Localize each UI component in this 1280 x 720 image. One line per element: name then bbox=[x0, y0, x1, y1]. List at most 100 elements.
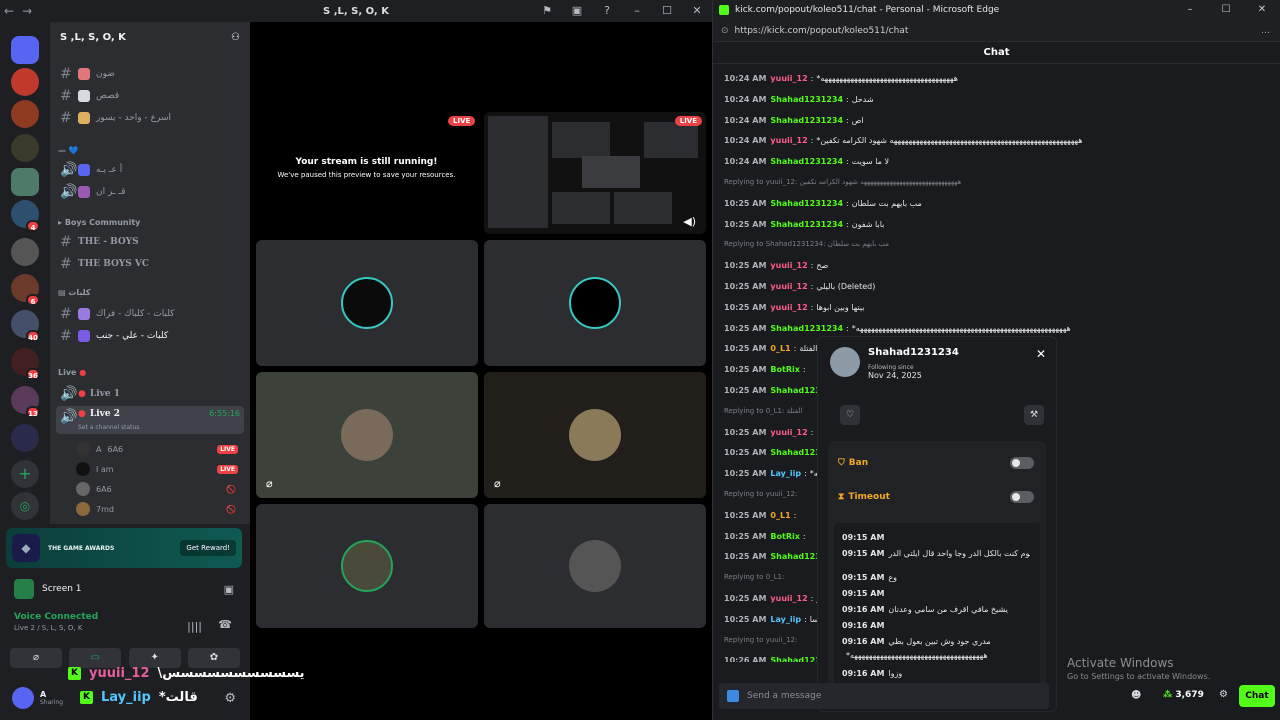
server-header[interactable]: S ,L, S, O, K ⚇ bbox=[50, 22, 250, 52]
message-username[interactable]: yuuii_12 bbox=[770, 136, 807, 145]
message-username[interactable]: yuuii_12 bbox=[770, 261, 807, 270]
text-channel[interactable]: # اسرع - واحد - يسور bbox=[56, 108, 244, 128]
message-username[interactable]: Shahad1231234 bbox=[770, 157, 843, 166]
category-klbat[interactable]: ▤ كلبات bbox=[58, 288, 91, 297]
maximize-icon[interactable]: ☐ bbox=[652, 0, 682, 22]
text-channel[interactable]: # قصص bbox=[56, 86, 244, 106]
chat-message[interactable]: 10:25 AM Shahad1231234: *ههههههههههههههههه… bbox=[724, 324, 1271, 333]
user-message-history[interactable]: 09:15 AM09:15 AMبع ذكرت يوم كنت بالكل ال… bbox=[834, 523, 1040, 699]
get-reward-button[interactable]: Get Reward! bbox=[180, 540, 236, 556]
participant-tile[interactable] bbox=[256, 240, 478, 366]
message-username[interactable]: 0_L1 bbox=[770, 511, 790, 520]
forward-arrow-icon[interactable]: → bbox=[18, 4, 36, 18]
settings-gear-icon[interactable]: ⚙ bbox=[1219, 689, 1228, 700]
noise-suppression-icon[interactable]: |||| bbox=[187, 620, 202, 633]
direct-messages-icon[interactable] bbox=[11, 36, 39, 64]
message-username[interactable]: BotRix bbox=[770, 532, 799, 541]
screen-share-panel[interactable]: Screen 1 ▣ bbox=[6, 574, 242, 604]
voice-channel[interactable]: # THE BOYS VC bbox=[56, 254, 244, 274]
chat-message[interactable]: 10:25 AM Shahad1231234: مب بايهم بت سلطان bbox=[724, 199, 1271, 208]
message-username[interactable]: Shahad1231234 bbox=[770, 220, 843, 229]
message-username[interactable]: yuuii_12 bbox=[770, 428, 807, 437]
message-username[interactable]: Lay_iip bbox=[770, 615, 801, 624]
reply-context[interactable]: Replying to yuuii_12: هههههههههههههههههه… bbox=[724, 178, 1271, 186]
camera-off-icon[interactable]: ⌀ bbox=[10, 648, 62, 668]
close-icon[interactable]: ✕ bbox=[1036, 347, 1046, 361]
screen-share-button[interactable]: ▭ bbox=[69, 648, 122, 668]
participant-tile[interactable]: ⌀ bbox=[484, 372, 706, 498]
minimize-icon[interactable]: – bbox=[1172, 0, 1208, 20]
chat-message[interactable]: 10:24 AM yuuii_12: *هههههههههههههههههههههه… bbox=[724, 74, 1271, 83]
voice-user[interactable]: A 6A6 LIVE bbox=[76, 440, 242, 458]
heart-icon[interactable]: ♡ bbox=[840, 405, 860, 425]
server-icon[interactable] bbox=[11, 238, 39, 266]
text-channel[interactable]: # كلبات - علي - جنب bbox=[56, 326, 244, 346]
chat-message[interactable]: 10:25 AM yuuii_12: صح bbox=[724, 261, 1271, 270]
chat-message[interactable]: 10:24 AM Shahad1231234: شدحل bbox=[724, 95, 1271, 104]
minimize-icon[interactable]: – bbox=[622, 0, 652, 22]
chat-message[interactable]: 10:25 AM yuuii_12: باليلي (Deleted) bbox=[724, 282, 1271, 291]
help-icon[interactable]: ? bbox=[592, 0, 622, 22]
ban-row[interactable]: ⛉ Ban bbox=[838, 453, 1034, 473]
voice-channel[interactable]: 🔊 قـ ـر ان bbox=[56, 182, 244, 202]
soundboard-icon[interactable]: ✿ bbox=[187, 648, 240, 668]
message-username[interactable]: yuuii_12 bbox=[770, 594, 807, 603]
timeout-toggle[interactable] bbox=[1010, 491, 1034, 503]
channel-status-hint[interactable]: Set a channel status bbox=[78, 424, 139, 431]
participant-tile[interactable] bbox=[256, 504, 478, 628]
flag-icon[interactable]: ⚑ bbox=[532, 0, 562, 22]
category-header[interactable]: — 💙 bbox=[58, 146, 79, 155]
address-bar[interactable]: ⊙ https://kick.com/popout/koleo511/chat … bbox=[713, 20, 1280, 42]
chat-message[interactable]: 10:25 AM yuuii_12: بينها وبين ابوها bbox=[724, 303, 1271, 312]
more-options-icon[interactable]: … bbox=[1261, 26, 1270, 36]
chat-send-button[interactable]: Chat bbox=[1239, 685, 1275, 707]
chat-message[interactable]: 10:25 AM Shahad1231234: بابا شفون bbox=[724, 220, 1271, 229]
server-icon[interactable] bbox=[11, 68, 39, 96]
participant-tile[interactable]: ⌀ bbox=[256, 372, 478, 498]
ban-toggle[interactable] bbox=[1010, 457, 1034, 469]
voice-channel[interactable]: 🔊 أ عـ يـه bbox=[56, 160, 244, 180]
url-text[interactable]: https://kick.com/popout/koleo511/chat bbox=[735, 26, 909, 36]
participant-tile[interactable] bbox=[484, 240, 706, 366]
category-boys[interactable]: ▸ Boys Community bbox=[58, 218, 140, 227]
reply-context[interactable]: Replying to Shahad1231234: مب بايهم بت س… bbox=[724, 240, 1271, 248]
chat-message[interactable]: 10:24 AM yuuii_12: *هههههههههههههههههههههه… bbox=[724, 136, 1271, 145]
voice-user[interactable]: I am LIVE bbox=[76, 460, 242, 478]
server-icon[interactable] bbox=[11, 424, 39, 452]
stop-share-icon[interactable]: ▣ bbox=[224, 583, 234, 596]
discover-icon[interactable]: ◎ bbox=[11, 492, 39, 520]
text-channel[interactable]: # THE - BOYS bbox=[56, 232, 244, 252]
server-icon[interactable] bbox=[11, 168, 39, 196]
message-username[interactable]: yuuii_12 bbox=[770, 282, 807, 291]
text-channel[interactable]: # كلبات - كلباك - فراك bbox=[56, 304, 244, 324]
channel-points[interactable]: ⁂ 3,679 bbox=[1163, 690, 1204, 700]
message-username[interactable]: BotRix bbox=[770, 365, 799, 374]
emoji-icon[interactable]: ☻ bbox=[1131, 690, 1141, 701]
text-channel[interactable]: # ضون bbox=[56, 64, 244, 84]
message-username[interactable]: yuuii_12 bbox=[770, 303, 807, 312]
maximize-icon[interactable]: ☐ bbox=[1208, 0, 1244, 20]
settings-gear-icon[interactable]: ⚙ bbox=[224, 691, 236, 706]
message-username[interactable]: Lay_iip bbox=[770, 469, 801, 478]
user-card-username[interactable]: Shahad1231234 bbox=[868, 347, 959, 358]
message-username[interactable]: Shahad1231234 bbox=[770, 199, 843, 208]
close-icon[interactable]: ✕ bbox=[682, 0, 712, 22]
close-icon[interactable]: ✕ bbox=[1244, 0, 1280, 20]
category-live[interactable]: Live ● bbox=[58, 368, 86, 377]
server-icon[interactable] bbox=[11, 134, 39, 162]
message-username[interactable]: 0_L1 bbox=[770, 344, 790, 353]
voice-user[interactable]: 7md 🚫 bbox=[76, 500, 242, 518]
chat-message[interactable]: 10:24 AM Shahad1231234: اص bbox=[724, 116, 1271, 125]
voice-channel-live-1[interactable]: 🔊 ● Live 1 bbox=[56, 384, 244, 404]
participant-tile[interactable] bbox=[484, 504, 706, 628]
disconnect-icon[interactable]: ☎ bbox=[218, 618, 232, 631]
voice-user[interactable]: 6A6 🚫 bbox=[76, 480, 242, 498]
message-username[interactable]: Shahad1231234 bbox=[770, 95, 843, 104]
add-member-icon[interactable]: ⚇ bbox=[231, 32, 240, 43]
chat-input[interactable]: Send a message bbox=[719, 683, 1049, 709]
volume-icon[interactable]: ◀) bbox=[683, 215, 696, 228]
activities-icon[interactable]: ✦ bbox=[128, 648, 181, 668]
back-arrow-icon[interactable]: ← bbox=[0, 4, 18, 18]
screen-share-preview[interactable]: LIVE ◀) bbox=[484, 112, 706, 234]
message-username[interactable]: Shahad1231234 bbox=[770, 324, 843, 333]
